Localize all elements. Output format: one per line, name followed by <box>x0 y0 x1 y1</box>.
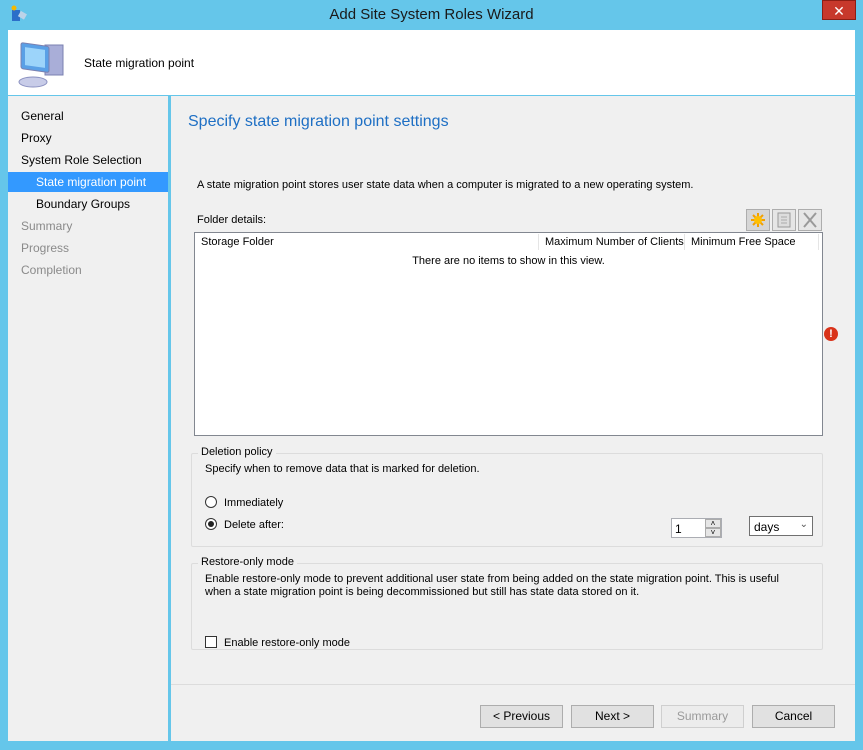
nav-item-progress[interactable]: Progress <box>8 238 168 258</box>
nav-item-completion[interactable]: Completion <box>8 260 168 280</box>
nav-item-general[interactable]: General <box>8 106 168 126</box>
spin-up-icon[interactable]: ˄ <box>705 519 721 528</box>
immediately-radio[interactable] <box>205 496 217 508</box>
properties-button[interactable] <box>772 209 796 231</box>
column-max-clients[interactable]: Maximum Number of Clients <box>539 234 685 250</box>
delete-after-stepper[interactable]: 1 ˄ ˅ <box>671 518 722 538</box>
header-title: State migration point <box>84 56 195 70</box>
folder-list[interactable]: Storage Folder Maximum Number of Clients… <box>194 232 823 436</box>
previous-button[interactable]: < Previous <box>480 705 563 728</box>
delete-icon <box>803 212 817 228</box>
summary-button[interactable]: Summary <box>661 705 744 728</box>
wizard-nav: General Proxy System Role Selection State m… <box>8 96 168 741</box>
close-button[interactable]: ✕ <box>822 0 856 20</box>
divider <box>171 684 855 685</box>
delete-after-radio[interactable] <box>205 518 217 530</box>
window-title: Add Site System Roles Wizard <box>329 6 534 23</box>
deletion-policy-title: Deletion policy <box>198 446 276 458</box>
new-folder-button[interactable] <box>746 209 770 231</box>
restore-only-desc: Enable restore-only mode to prevent addi… <box>205 573 779 598</box>
folder-details-label: Folder details: <box>197 214 267 226</box>
restore-only-checkbox[interactable] <box>205 636 217 648</box>
nav-item-state-migration-point[interactable]: State migration point <box>8 172 168 192</box>
wizard-header: State migration point <box>8 30 855 95</box>
immediately-label: Immediately <box>224 497 284 509</box>
nav-item-proxy[interactable]: Proxy <box>8 128 168 148</box>
delete-after-value[interactable]: 1 <box>675 522 682 536</box>
delete-unit-select[interactable]: days ⌄ <box>749 516 813 536</box>
chevron-down-icon: ⌄ <box>799 519 808 530</box>
page-title: Specify state migration point settings <box>188 113 449 130</box>
delete-after-label: Delete after: <box>224 519 284 531</box>
restore-only-title: Restore-only mode <box>198 556 297 568</box>
column-min-free-space[interactable]: Minimum Free Space <box>685 234 819 250</box>
deletion-policy-desc: Specify when to remove data that is mark… <box>205 463 480 475</box>
delete-unit-value: days <box>754 520 780 534</box>
delete-button[interactable] <box>798 209 822 231</box>
deletion-policy-group: Deletion policy Specify when to remove d… <box>191 446 823 547</box>
restore-only-label: Enable restore-only mode <box>224 637 350 649</box>
main-panel: Specify state migration point settings A… <box>171 96 855 741</box>
spin-down-icon[interactable]: ˅ <box>705 528 721 537</box>
restore-only-group: Restore-only mode Enable restore-only mo… <box>191 556 823 650</box>
column-storage-folder[interactable]: Storage Folder <box>195 234 539 250</box>
properties-icon <box>777 212 791 228</box>
empty-message: There are no items to show in this view. <box>412 255 605 267</box>
nav-item-system-role-selection[interactable]: System Role Selection <box>8 150 168 170</box>
nav-item-boundary-groups[interactable]: Boundary Groups <box>8 194 168 214</box>
title-bar: Add Site System Roles Wizard ✕ <box>0 0 863 30</box>
error-icon: ! <box>824 327 838 341</box>
cancel-button[interactable]: Cancel <box>752 705 835 728</box>
description: A state migration point stores user stat… <box>197 179 694 191</box>
nav-item-summary[interactable]: Summary <box>8 216 168 236</box>
computer-icon <box>18 42 64 88</box>
next-button[interactable]: Next > <box>571 705 654 728</box>
new-icon <box>751 213 765 227</box>
